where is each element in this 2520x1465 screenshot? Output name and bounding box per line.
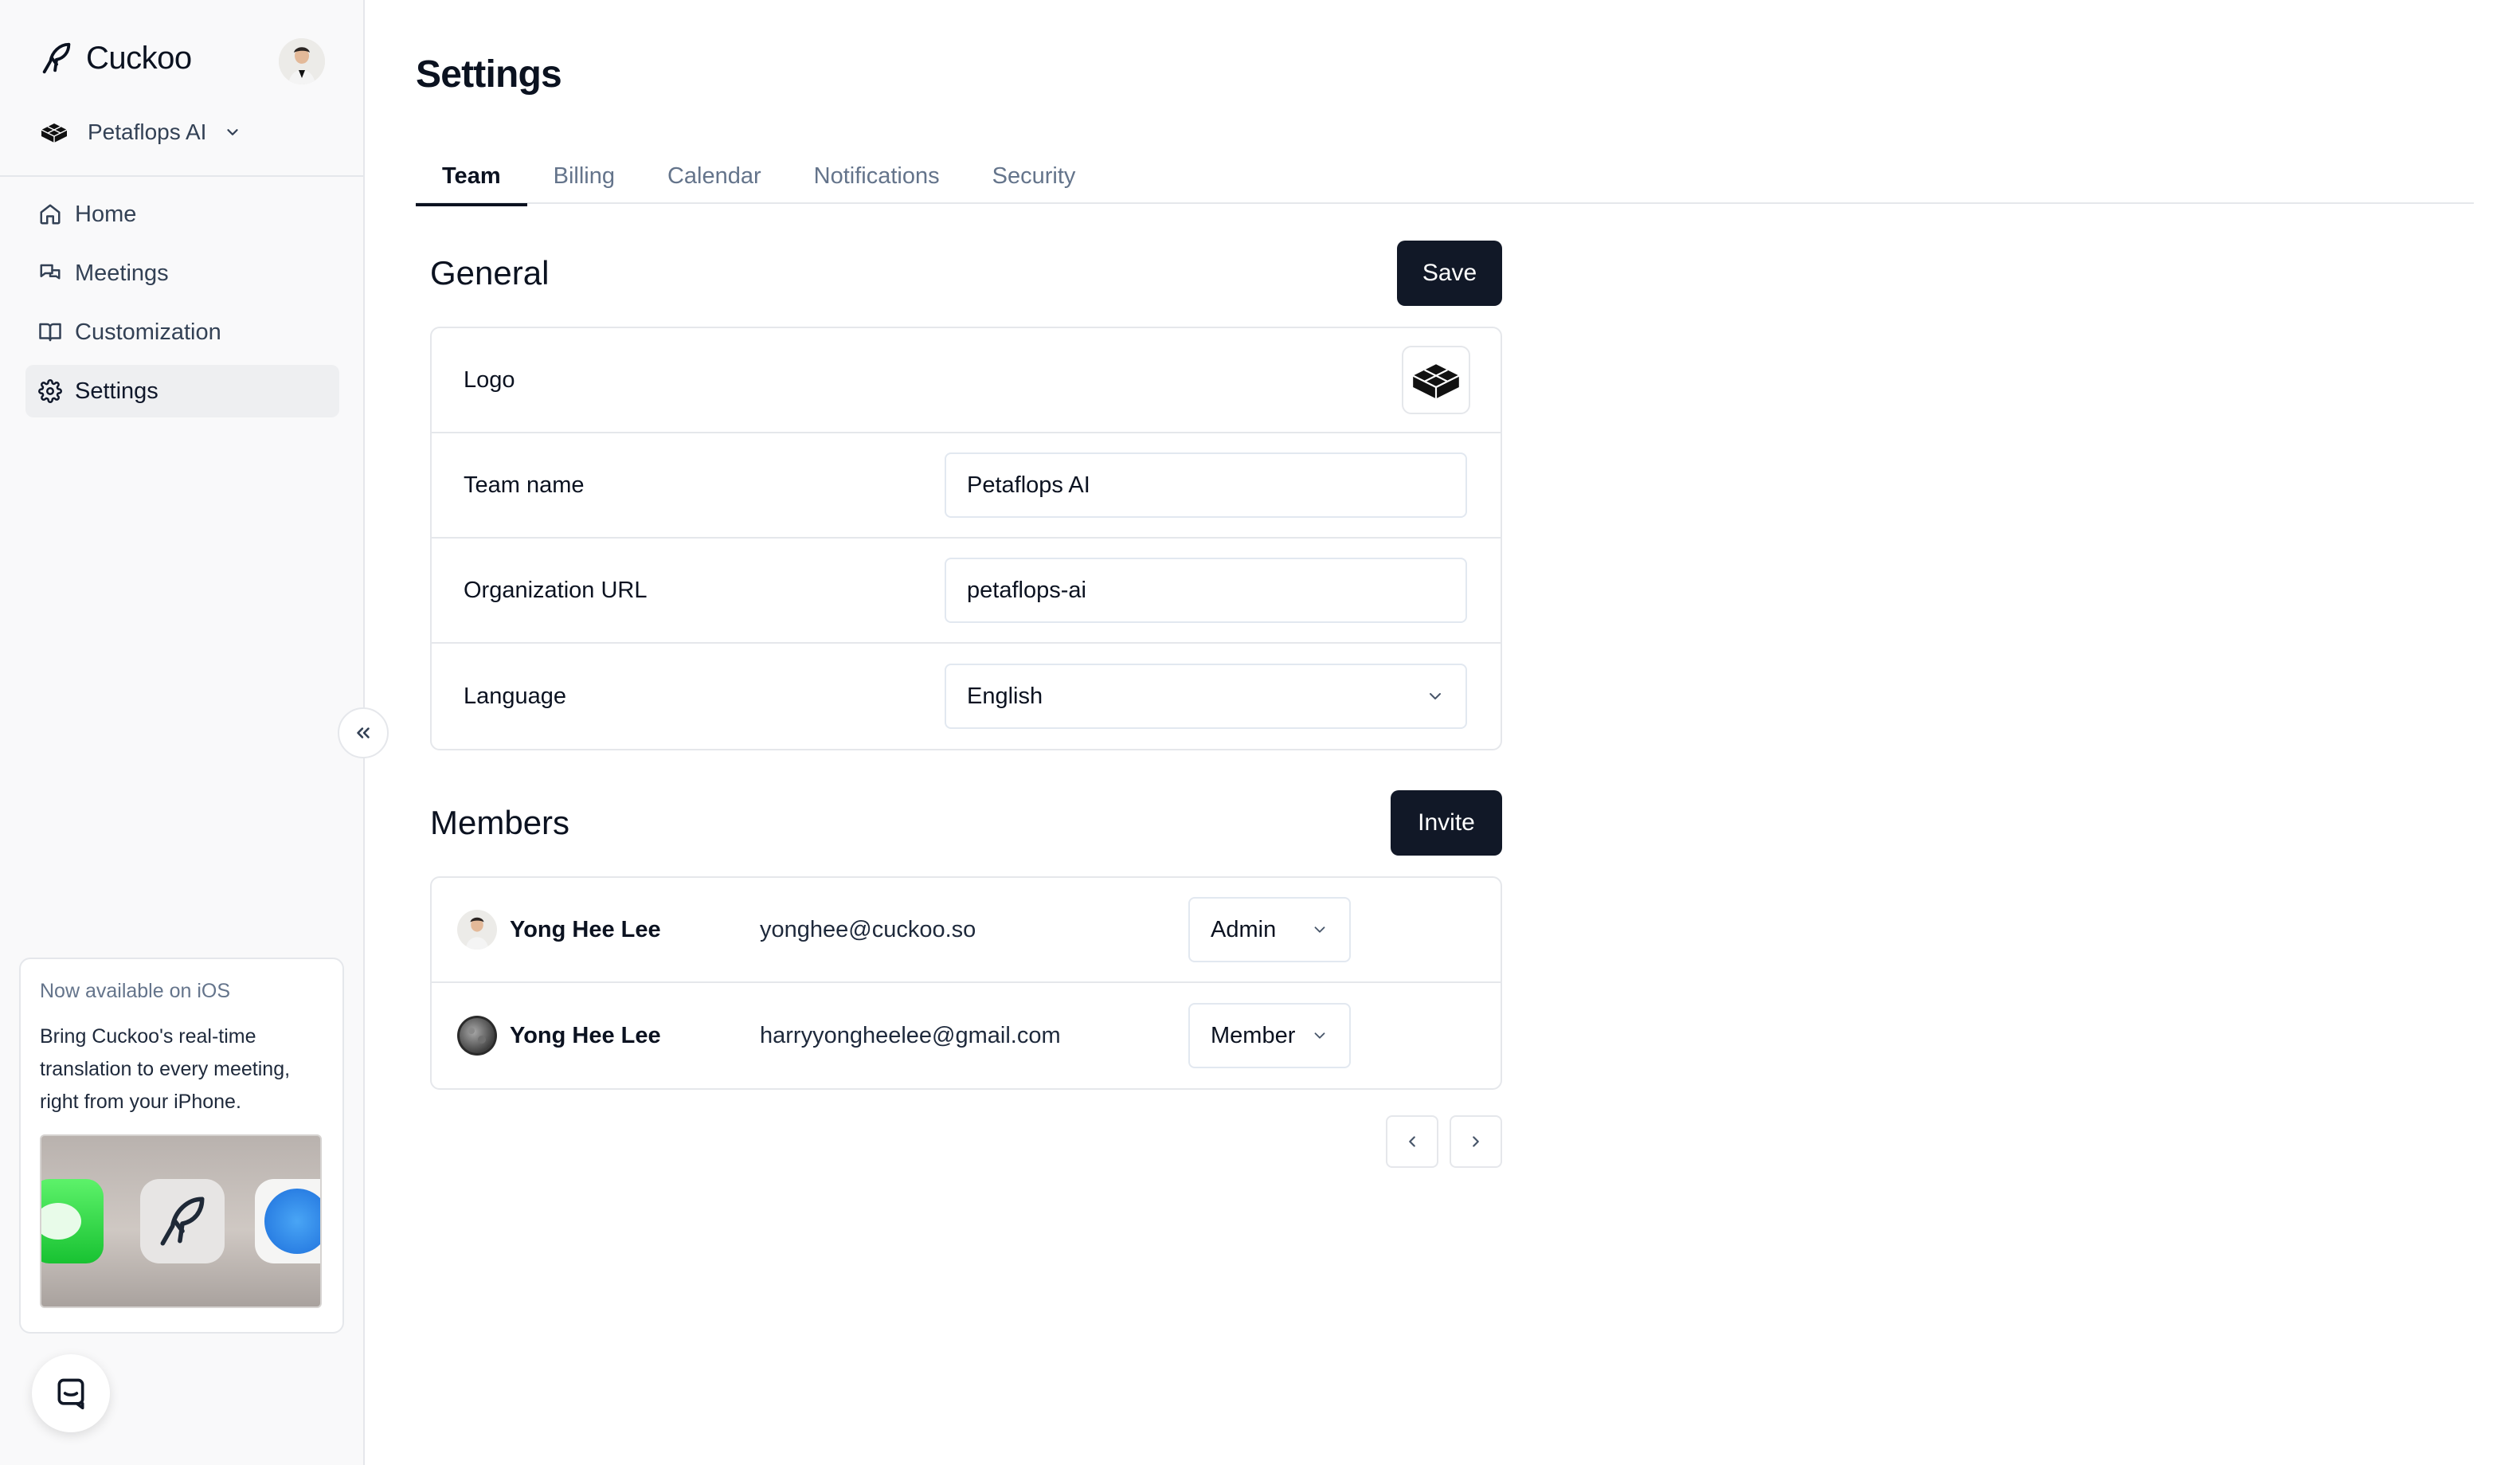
sidebar-nav: Home Meetings Customization Settings: [25, 188, 339, 424]
promo-image: [40, 1134, 322, 1308]
logo-row: Logo: [432, 328, 1501, 433]
messages-app-icon: [41, 1179, 104, 1263]
org-url-label: Organization URL: [464, 577, 648, 603]
org-logo-icon: [41, 123, 68, 143]
member-name: Yong Hee Lee: [510, 1022, 661, 1048]
logo-label: Logo: [464, 366, 515, 393]
sidebar-divider: [0, 175, 363, 177]
general-card: Logo Team name Petaflops AI Organization…: [430, 327, 1502, 750]
collapse-sidebar-button[interactable]: [338, 707, 389, 758]
chevron-left-icon: [1409, 1136, 1415, 1147]
team-name-label: Team name: [464, 472, 585, 498]
member-email: yonghee@cuckoo.so: [760, 916, 976, 942]
tab-billing[interactable]: Billing: [527, 148, 641, 204]
chevron-down-icon: [1430, 693, 1441, 699]
role-value: Admin: [1211, 916, 1277, 942]
sidebar-item-label: Meetings: [75, 260, 169, 286]
team-name-row: Team name Petaflops AI: [432, 433, 1501, 539]
cuckoo-logo-icon: [42, 42, 71, 74]
general-section-header: General Save: [430, 241, 1502, 306]
support-chat-button[interactable]: [32, 1354, 110, 1432]
org-name: Petaflops AI: [88, 119, 207, 144]
tab-calendar[interactable]: Calendar: [641, 148, 788, 204]
team-name-input[interactable]: Petaflops AI: [945, 452, 1467, 518]
promo-title: Now available on iOS: [40, 980, 231, 1002]
sidebar-item-label: Settings: [75, 378, 158, 404]
members-card: Yong Hee Lee yonghee@cuckoo.so Admin Yon…: [430, 876, 1502, 1090]
avatar: [457, 910, 497, 950]
promo-text: Bring Cuckoo's real-time translation to …: [40, 1025, 291, 1113]
tab-team[interactable]: Team: [416, 148, 527, 206]
home-icon: [40, 204, 61, 225]
role-select[interactable]: Admin: [1188, 897, 1351, 962]
app-name: Cuckoo: [86, 40, 192, 76]
next-page-button[interactable]: [1450, 1115, 1502, 1168]
sidebar-item-meetings[interactable]: Meetings: [25, 247, 339, 300]
language-row: Language English: [432, 644, 1501, 749]
book-icon: [39, 323, 61, 342]
chevrons-left-icon: [357, 727, 370, 738]
ios-promo-card[interactable]: Now available on iOS Bring Cuckoo's real…: [19, 958, 344, 1334]
sidebar-item-customization[interactable]: Customization: [25, 306, 339, 358]
member-name: Yong Hee Lee: [510, 916, 661, 942]
members-title: Members: [430, 804, 570, 841]
language-label: Language: [464, 683, 567, 709]
role-select[interactable]: Member: [1188, 1003, 1351, 1068]
org-url-input[interactable]: petaflops-ai: [945, 558, 1467, 623]
invite-button[interactable]: Invite: [1391, 790, 1502, 856]
org-switcher[interactable]: Petaflops AI: [38, 119, 241, 145]
tab-security[interactable]: Security: [966, 148, 1102, 204]
sidebar: Cuckoo Petaflops AI Home Meetings Custom…: [0, 0, 365, 1465]
member-email: harryyongheelee@gmail.com: [760, 1022, 1061, 1048]
language-select[interactable]: English: [945, 664, 1467, 729]
page-title: Settings: [416, 53, 562, 96]
user-avatar[interactable]: [279, 38, 325, 84]
previous-page-button[interactable]: [1386, 1115, 1438, 1168]
sidebar-item-label: Home: [75, 201, 137, 227]
table-row: Yong Hee Lee yonghee@cuckoo.so Admin: [432, 878, 1501, 983]
chevron-down-icon: [1314, 1032, 1325, 1039]
settings-tabs: Team Billing Calendar Notifications Secu…: [416, 148, 2474, 206]
logo-upload[interactable]: [1402, 346, 1470, 414]
team-logo-icon: [1412, 364, 1460, 399]
avatar: [457, 1016, 497, 1056]
brand[interactable]: Cuckoo: [38, 40, 192, 76]
gear-icon: [38, 379, 62, 403]
sidebar-item-settings[interactable]: Settings: [25, 365, 339, 417]
role-value: Member: [1211, 1022, 1296, 1048]
language-value: English: [967, 683, 1043, 709]
org-url-row: Organization URL petaflops-ai: [432, 539, 1501, 644]
chevron-down-icon: [1314, 926, 1325, 933]
chat-bubbles-icon: [40, 264, 61, 280]
safari-app-icon: [255, 1179, 320, 1263]
chat-icon: [57, 1378, 84, 1410]
chevron-down-icon: [227, 129, 239, 135]
sidebar-item-label: Customization: [75, 319, 221, 345]
sidebar-item-home[interactable]: Home: [25, 188, 339, 241]
table-row: Yong Hee Lee harryyongheelee@gmail.com M…: [432, 983, 1501, 1088]
tab-notifications[interactable]: Notifications: [788, 148, 966, 204]
save-button[interactable]: Save: [1397, 241, 1502, 306]
general-title: General: [430, 254, 550, 292]
members-section-header: Members Invite: [430, 790, 1502, 856]
cuckoo-app-icon: [140, 1179, 225, 1263]
chevron-right-icon: [1473, 1136, 1479, 1147]
